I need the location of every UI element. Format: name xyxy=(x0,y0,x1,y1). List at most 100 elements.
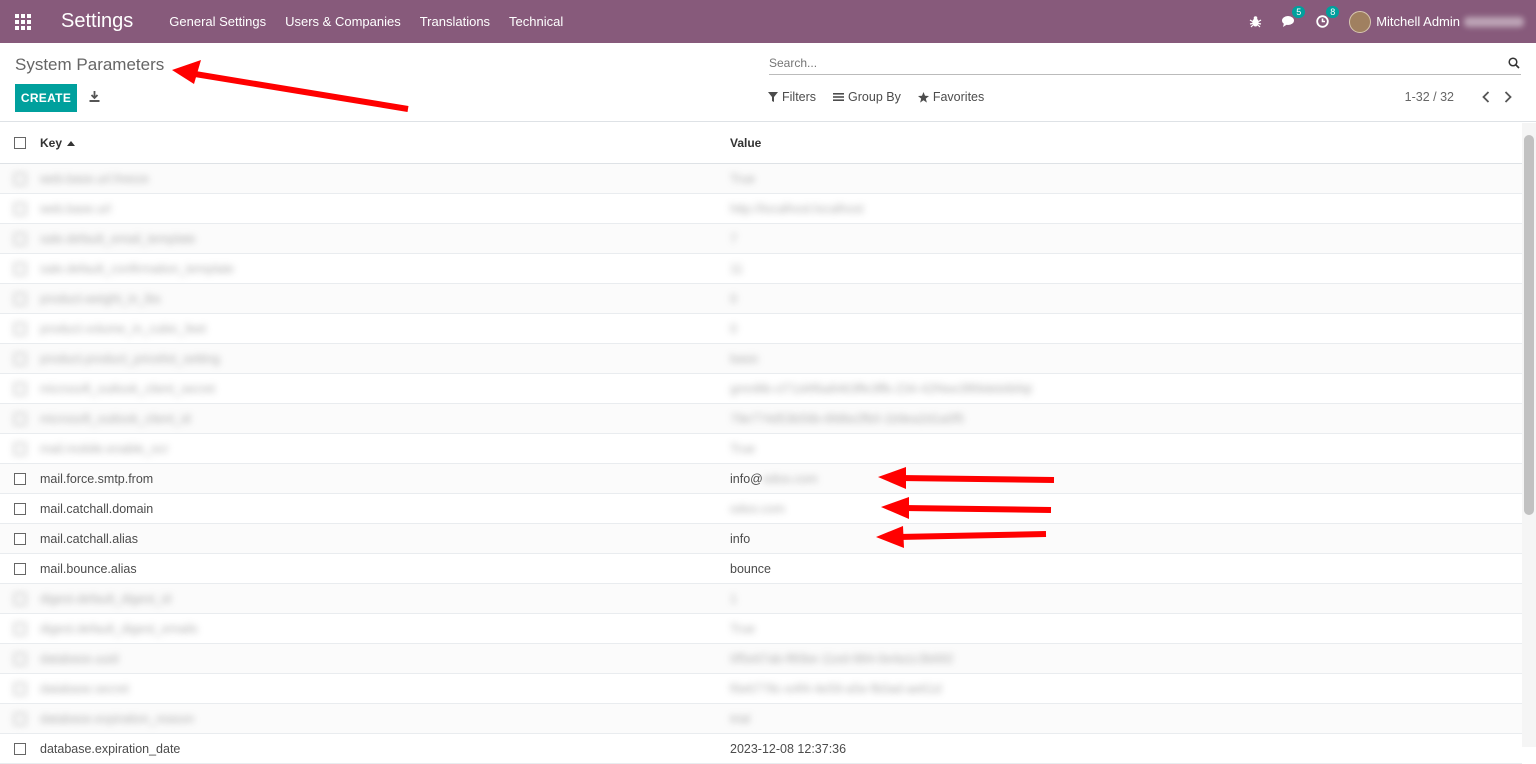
row-checkbox[interactable] xyxy=(14,172,26,185)
table-row[interactable]: mail.mobile.enable_ocr True xyxy=(0,434,1522,464)
menu-translations[interactable]: Translations xyxy=(420,14,490,29)
row-checkbox[interactable] xyxy=(14,682,26,695)
row-checkbox[interactable] xyxy=(14,292,26,305)
cell-value: trial xyxy=(730,711,751,726)
cell-value: odoo.com xyxy=(730,502,1520,516)
app-menu-button[interactable] xyxy=(0,0,46,43)
row-checkbox[interactable] xyxy=(14,562,26,575)
row-checkbox[interactable] xyxy=(14,472,26,485)
cell-key: sale.default_email_template xyxy=(40,231,196,246)
favorites-button[interactable]: Favorites xyxy=(917,90,985,104)
pager-previous-chevron-icon[interactable] xyxy=(1480,90,1492,104)
grid-icon xyxy=(15,13,31,30)
search-icon[interactable] xyxy=(1508,56,1521,69)
cell-value: True xyxy=(730,171,756,186)
cell-value: bounce xyxy=(730,561,772,576)
cell-key: mail.catchall.alias xyxy=(40,531,138,546)
vertical-scrollbar[interactable] xyxy=(1522,123,1536,747)
cell-value: True xyxy=(730,441,756,456)
table-row[interactable]: mail.catchall.alias info xyxy=(0,524,1522,554)
cell-value: 0 xyxy=(730,321,737,336)
search-bar xyxy=(769,53,1521,75)
user-avatar[interactable] xyxy=(1349,10,1372,33)
cell-key: mail.catchall.domain xyxy=(40,501,154,516)
table-row[interactable]: database.expiration_date 2023-12-08 12:37… xyxy=(0,734,1522,764)
table-row[interactable]: product.product_pricelist_setting basic xyxy=(0,344,1522,374)
cell-value: gmn8ib-cl71d4f6a8463ffe3ffb-234-42f4ee3f… xyxy=(730,381,1032,396)
row-checkbox[interactable] xyxy=(14,592,26,605)
cell-value: http://localhost:localhost xyxy=(730,201,864,216)
menu-technical[interactable]: Technical xyxy=(509,14,563,29)
table-row[interactable]: web.base.url http://localhost:localhost xyxy=(0,194,1522,224)
row-checkbox[interactable] xyxy=(14,382,26,395)
search-input[interactable] xyxy=(769,53,1489,73)
row-checkbox[interactable] xyxy=(14,652,26,665)
main-menu: General Settings Users & Companies Trans… xyxy=(169,14,582,29)
row-checkbox[interactable] xyxy=(14,532,26,545)
pager-next-chevron-icon[interactable] xyxy=(1502,90,1514,104)
column-header-key[interactable]: Key xyxy=(40,136,730,150)
menu-users-companies[interactable]: Users & Companies xyxy=(285,14,401,29)
table-row[interactable]: web.base.url.freeze True xyxy=(0,164,1522,194)
column-header-value[interactable]: Value xyxy=(730,136,1520,150)
table-row[interactable]: microsoft_outlook_client_secret gmn8ib-cl… xyxy=(0,374,1522,404)
row-checkbox[interactable] xyxy=(14,742,26,755)
row-checkbox[interactable] xyxy=(14,352,26,365)
cell-key: microsoft_outlook_client_id xyxy=(40,411,191,426)
table-row[interactable]: database.expiration_reason trial xyxy=(0,704,1522,734)
cell-value: info@odoo.com xyxy=(730,471,818,486)
app-title: Settings xyxy=(61,10,134,32)
cell-value: True xyxy=(730,621,756,636)
cell-key: product.product_pricelist_setting xyxy=(40,351,220,366)
cell-value: info xyxy=(730,531,751,546)
table-row[interactable]: product.weight_in_lbs 0 xyxy=(0,284,1522,314)
table-row[interactable]: mail.bounce.alias bounce xyxy=(0,554,1522,584)
row-checkbox[interactable] xyxy=(14,262,26,275)
cell-value: 11 xyxy=(730,261,743,276)
row-checkbox[interactable] xyxy=(14,622,26,635)
table-row[interactable]: mail.catchall.domain odoo.com xyxy=(0,494,1522,524)
row-checkbox[interactable] xyxy=(14,232,26,245)
cell-value: 79e774d53b56b-6fd6e2fb0-1b9ea2d1a0f5 xyxy=(730,411,965,426)
menu-general-settings[interactable]: General Settings xyxy=(169,14,266,29)
create-button[interactable]: CREATE xyxy=(15,84,77,112)
row-checkbox[interactable] xyxy=(14,412,26,425)
row-checkbox[interactable] xyxy=(14,202,26,215)
cell-key: mail.force.smtp.from xyxy=(40,471,154,486)
table-row[interactable]: sale.default_confirmation_template 11 xyxy=(0,254,1522,284)
filters-label: Filters xyxy=(782,90,817,104)
table-row[interactable]: database.secret f0e6778c-e4f4-4e59-a5e-fb… xyxy=(0,674,1522,704)
group-by-label: Group By xyxy=(848,90,901,104)
activities-clock-icon[interactable]: 8 xyxy=(1316,6,1340,28)
table-row[interactable]: digest.default_digest_id 1 xyxy=(0,584,1522,614)
row-checkbox[interactable] xyxy=(14,442,26,455)
cell-key: database.expiration_date xyxy=(40,741,181,756)
table-row[interactable]: mail.force.smtp.from info@odoo.com xyxy=(0,464,1522,494)
table-row[interactable]: digest.default_digest_emails True xyxy=(0,614,1522,644)
filters-button[interactable]: Filters xyxy=(768,90,816,104)
breadcrumb-title: System Parameters xyxy=(15,55,165,74)
row-checkbox[interactable] xyxy=(14,712,26,725)
row-checkbox[interactable] xyxy=(14,502,26,515)
scrollbar-thumb[interactable] xyxy=(1524,135,1534,515)
table-row[interactable]: database.uuid 0f5e67ab-f80be-11ed-984-0e4… xyxy=(0,644,1522,674)
select-all-checkbox[interactable] xyxy=(14,137,26,149)
sort-asc-icon xyxy=(67,141,76,147)
pager-value[interactable]: 1-32 / 32 xyxy=(1405,90,1454,104)
row-checkbox[interactable] xyxy=(14,322,26,335)
debug-bug-icon[interactable] xyxy=(1249,15,1262,28)
messages-badge: 5 xyxy=(1292,6,1306,18)
cell-key: database.expiration_reason xyxy=(40,711,195,726)
cell-value: 2023-12-08 12:37:36 xyxy=(730,741,847,756)
group-by-button[interactable]: Group By xyxy=(833,90,901,104)
table-row[interactable]: sale.default_email_template 7 xyxy=(0,224,1522,254)
cell-key: product.volume_in_cubic_feet xyxy=(40,321,207,336)
messages-icon[interactable]: 5 xyxy=(1282,6,1306,28)
table-row[interactable]: microsoft_outlook_client_id 79e774d53b56b… xyxy=(0,404,1522,434)
star-icon xyxy=(917,91,929,103)
favorites-label: Favorites xyxy=(932,90,985,104)
top-navbar: Settings General Settings Users & Compan… xyxy=(0,0,1536,43)
export-download-icon[interactable] xyxy=(88,90,102,104)
table-row[interactable]: product.volume_in_cubic_feet 0 xyxy=(0,314,1522,344)
user-name[interactable]: Mitchell Admin xyxy=(1376,14,1460,29)
